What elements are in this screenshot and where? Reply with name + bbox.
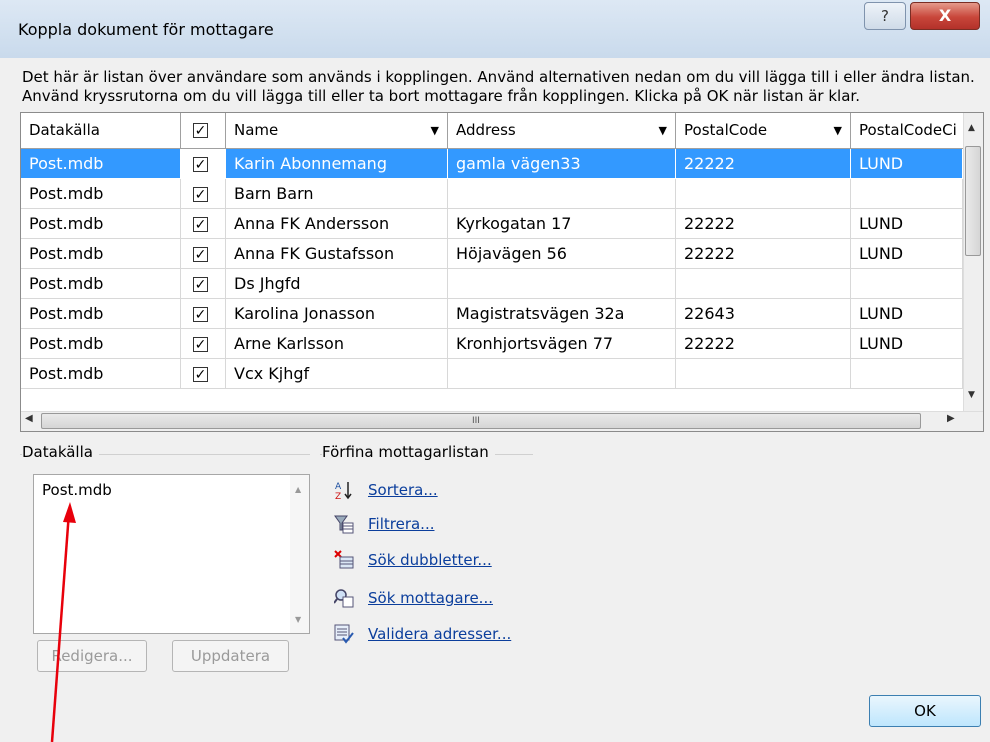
annotation-arrow	[50, 502, 76, 742]
mail-merge-recipients-dialog: Koppla dokument för mottagare ? X Det hä…	[0, 0, 990, 742]
